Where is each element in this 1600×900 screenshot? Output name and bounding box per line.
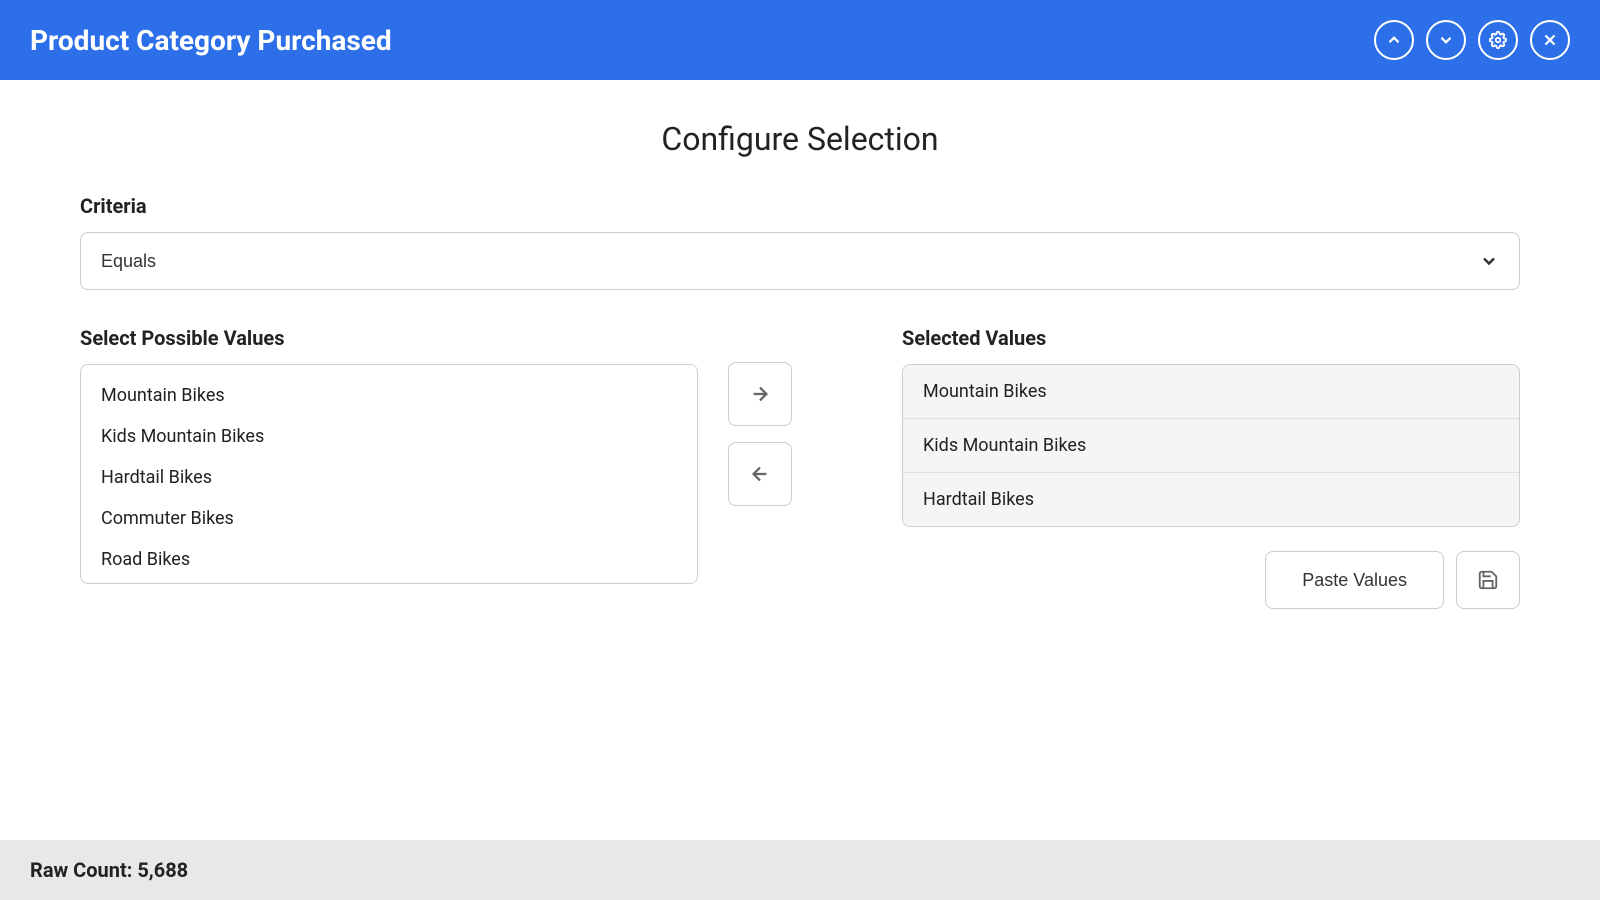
page-title: Product Category Purchased — [30, 24, 392, 57]
action-buttons: Paste Values — [902, 551, 1520, 609]
criteria-dropdown[interactable]: Equals Not Equals Contains Starts With E… — [80, 232, 1520, 290]
close-button[interactable] — [1530, 20, 1570, 60]
possible-values-label: Select Possible Values — [80, 326, 698, 350]
list-item[interactable]: Hardtail Bikes — [81, 457, 697, 498]
transfer-buttons — [698, 362, 822, 506]
selected-values-section: Selected Values Mountain BikesKids Mount… — [902, 326, 1520, 609]
paste-values-button[interactable]: Paste Values — [1265, 551, 1444, 609]
footer: Raw Count: 5,688 — [0, 840, 1600, 900]
main-content: Configure Selection Criteria Equals Not … — [0, 80, 1600, 840]
list-item[interactable]: Kids Mountain Bikes — [81, 416, 697, 457]
save-button[interactable] — [1456, 551, 1520, 609]
list-item[interactable]: Mountain Bikes — [903, 365, 1519, 419]
configure-selection-title: Configure Selection — [80, 120, 1520, 158]
header: Product Category Purchased — [0, 0, 1600, 80]
possible-values-section: Select Possible Values Mountain BikesKid… — [80, 326, 698, 584]
list-item[interactable]: Hardtail Bikes — [903, 473, 1519, 526]
move-left-button[interactable] — [728, 442, 792, 506]
list-item[interactable]: Triathlon Bikes — [81, 580, 697, 584]
selected-values-list[interactable]: Mountain BikesKids Mountain BikesHardtai… — [902, 364, 1520, 527]
criteria-section: Criteria Equals Not Equals Contains Star… — [80, 194, 1520, 326]
possible-values-list[interactable]: Mountain BikesKids Mountain BikesHardtai… — [80, 364, 698, 584]
list-item[interactable]: Mountain Bikes — [81, 375, 697, 416]
criteria-label: Criteria — [80, 194, 1520, 218]
chevron-down-button[interactable] — [1426, 20, 1466, 60]
move-right-button[interactable] — [728, 362, 792, 426]
list-item[interactable]: Kids Mountain Bikes — [903, 419, 1519, 473]
values-columns: Select Possible Values Mountain BikesKid… — [80, 326, 1520, 609]
list-item[interactable]: Commuter Bikes — [81, 498, 697, 539]
chevron-up-button[interactable] — [1374, 20, 1414, 60]
settings-button[interactable] — [1478, 20, 1518, 60]
selected-values-label: Selected Values — [902, 326, 1520, 350]
raw-count-label: Raw Count: 5,688 — [30, 858, 188, 882]
list-item[interactable]: Road Bikes — [81, 539, 697, 580]
header-icon-group — [1374, 20, 1570, 60]
